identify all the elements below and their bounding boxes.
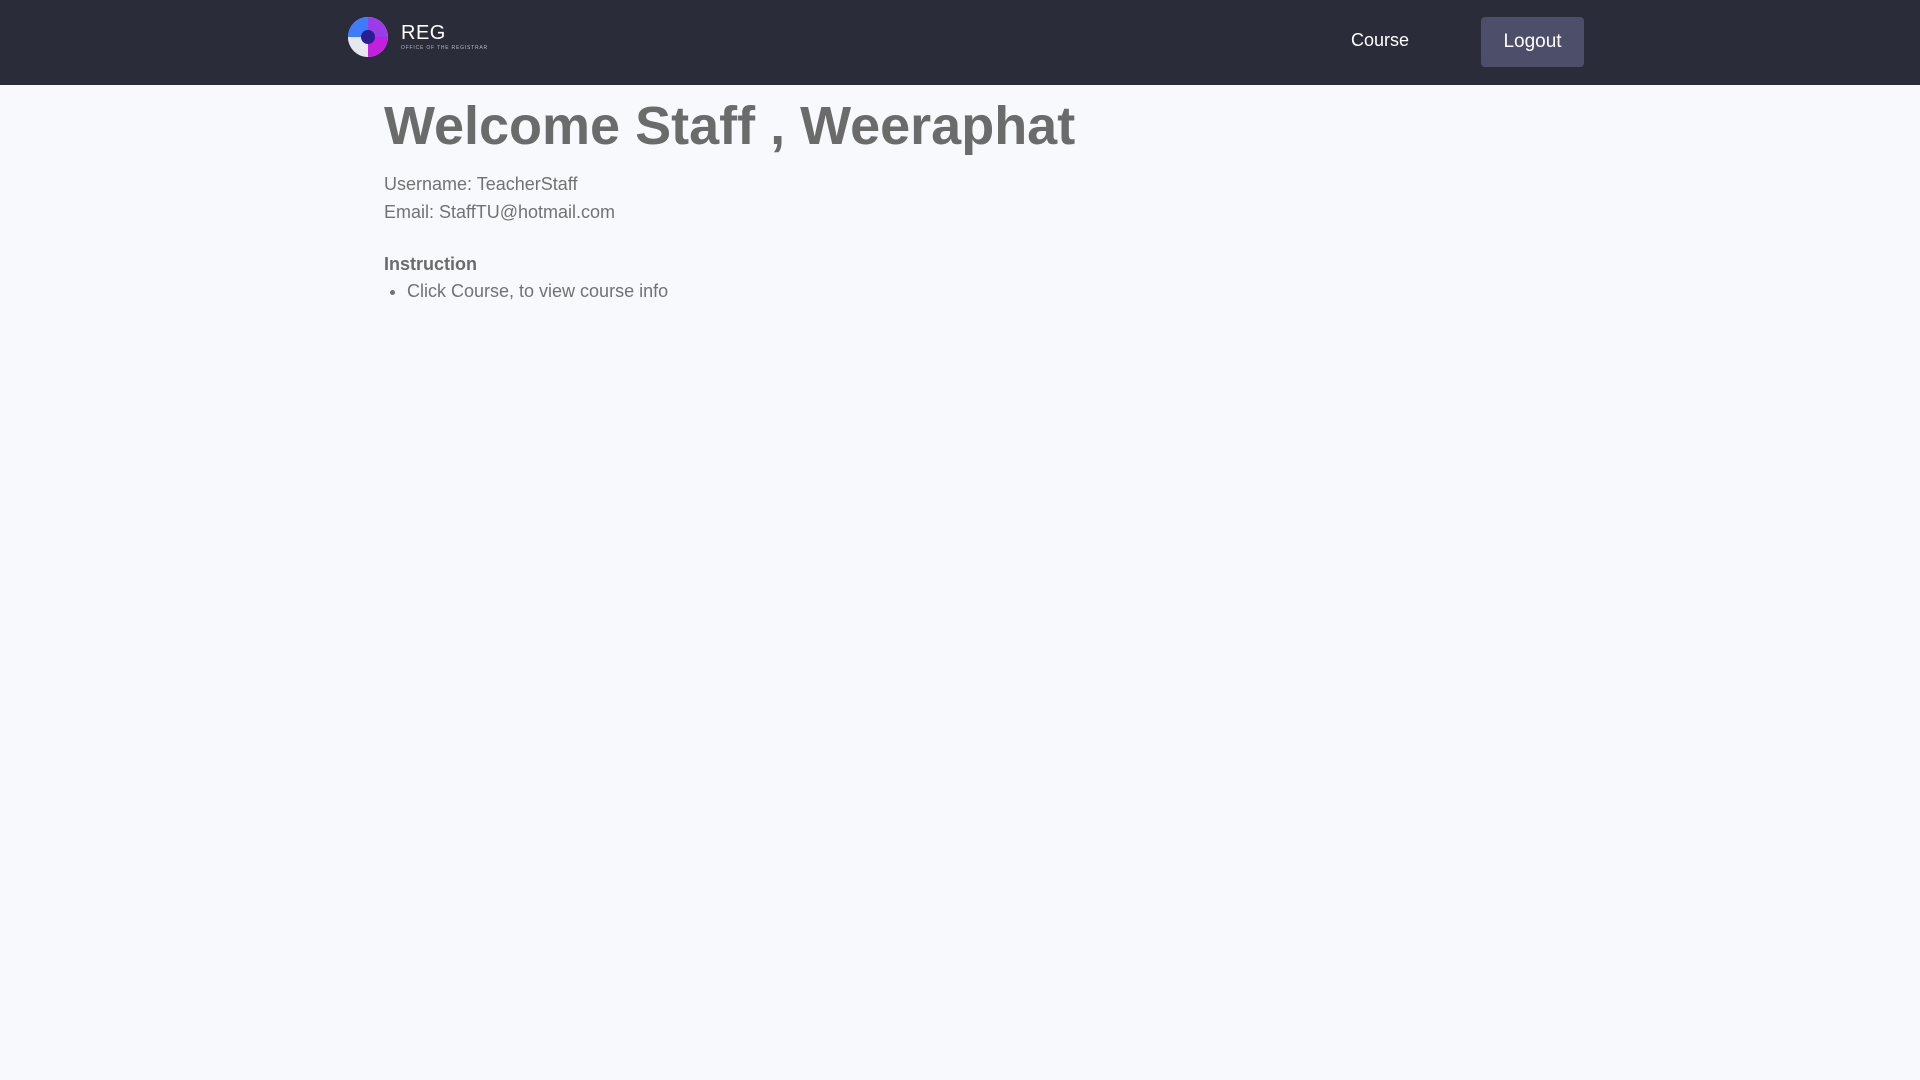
- reg-logo-link[interactable]: REG OFFICE OF THE REGISTRAR: [347, 16, 488, 58]
- logo-subtitle: OFFICE OF THE REGISTRAR: [401, 45, 488, 51]
- instruction-heading: Instruction: [384, 254, 477, 274]
- main-content: Welcome Staff , Weeraphat Username: Teac…: [384, 90, 1584, 304]
- logo-title: REG: [401, 22, 446, 44]
- nav-course-link[interactable]: Course: [1330, 27, 1430, 53]
- instruction-list: Click Course, to view course info: [384, 278, 1584, 304]
- logout-button[interactable]: Logout: [1481, 17, 1584, 67]
- username-text: Username: TeacherStaff: [384, 174, 578, 194]
- page-title: Welcome Staff , Weeraphat: [384, 96, 1076, 156]
- email-text: Email: StaffTU@hotmail.com: [384, 202, 616, 222]
- logo-text: REG OFFICE OF THE REGISTRAR: [401, 22, 488, 52]
- registrar-logo-icon: [348, 17, 388, 57]
- top-navbar: REG OFFICE OF THE REGISTRAR Course Logou…: [0, 0, 1920, 85]
- instruction-item: Click Course, to view course info: [407, 278, 1584, 304]
